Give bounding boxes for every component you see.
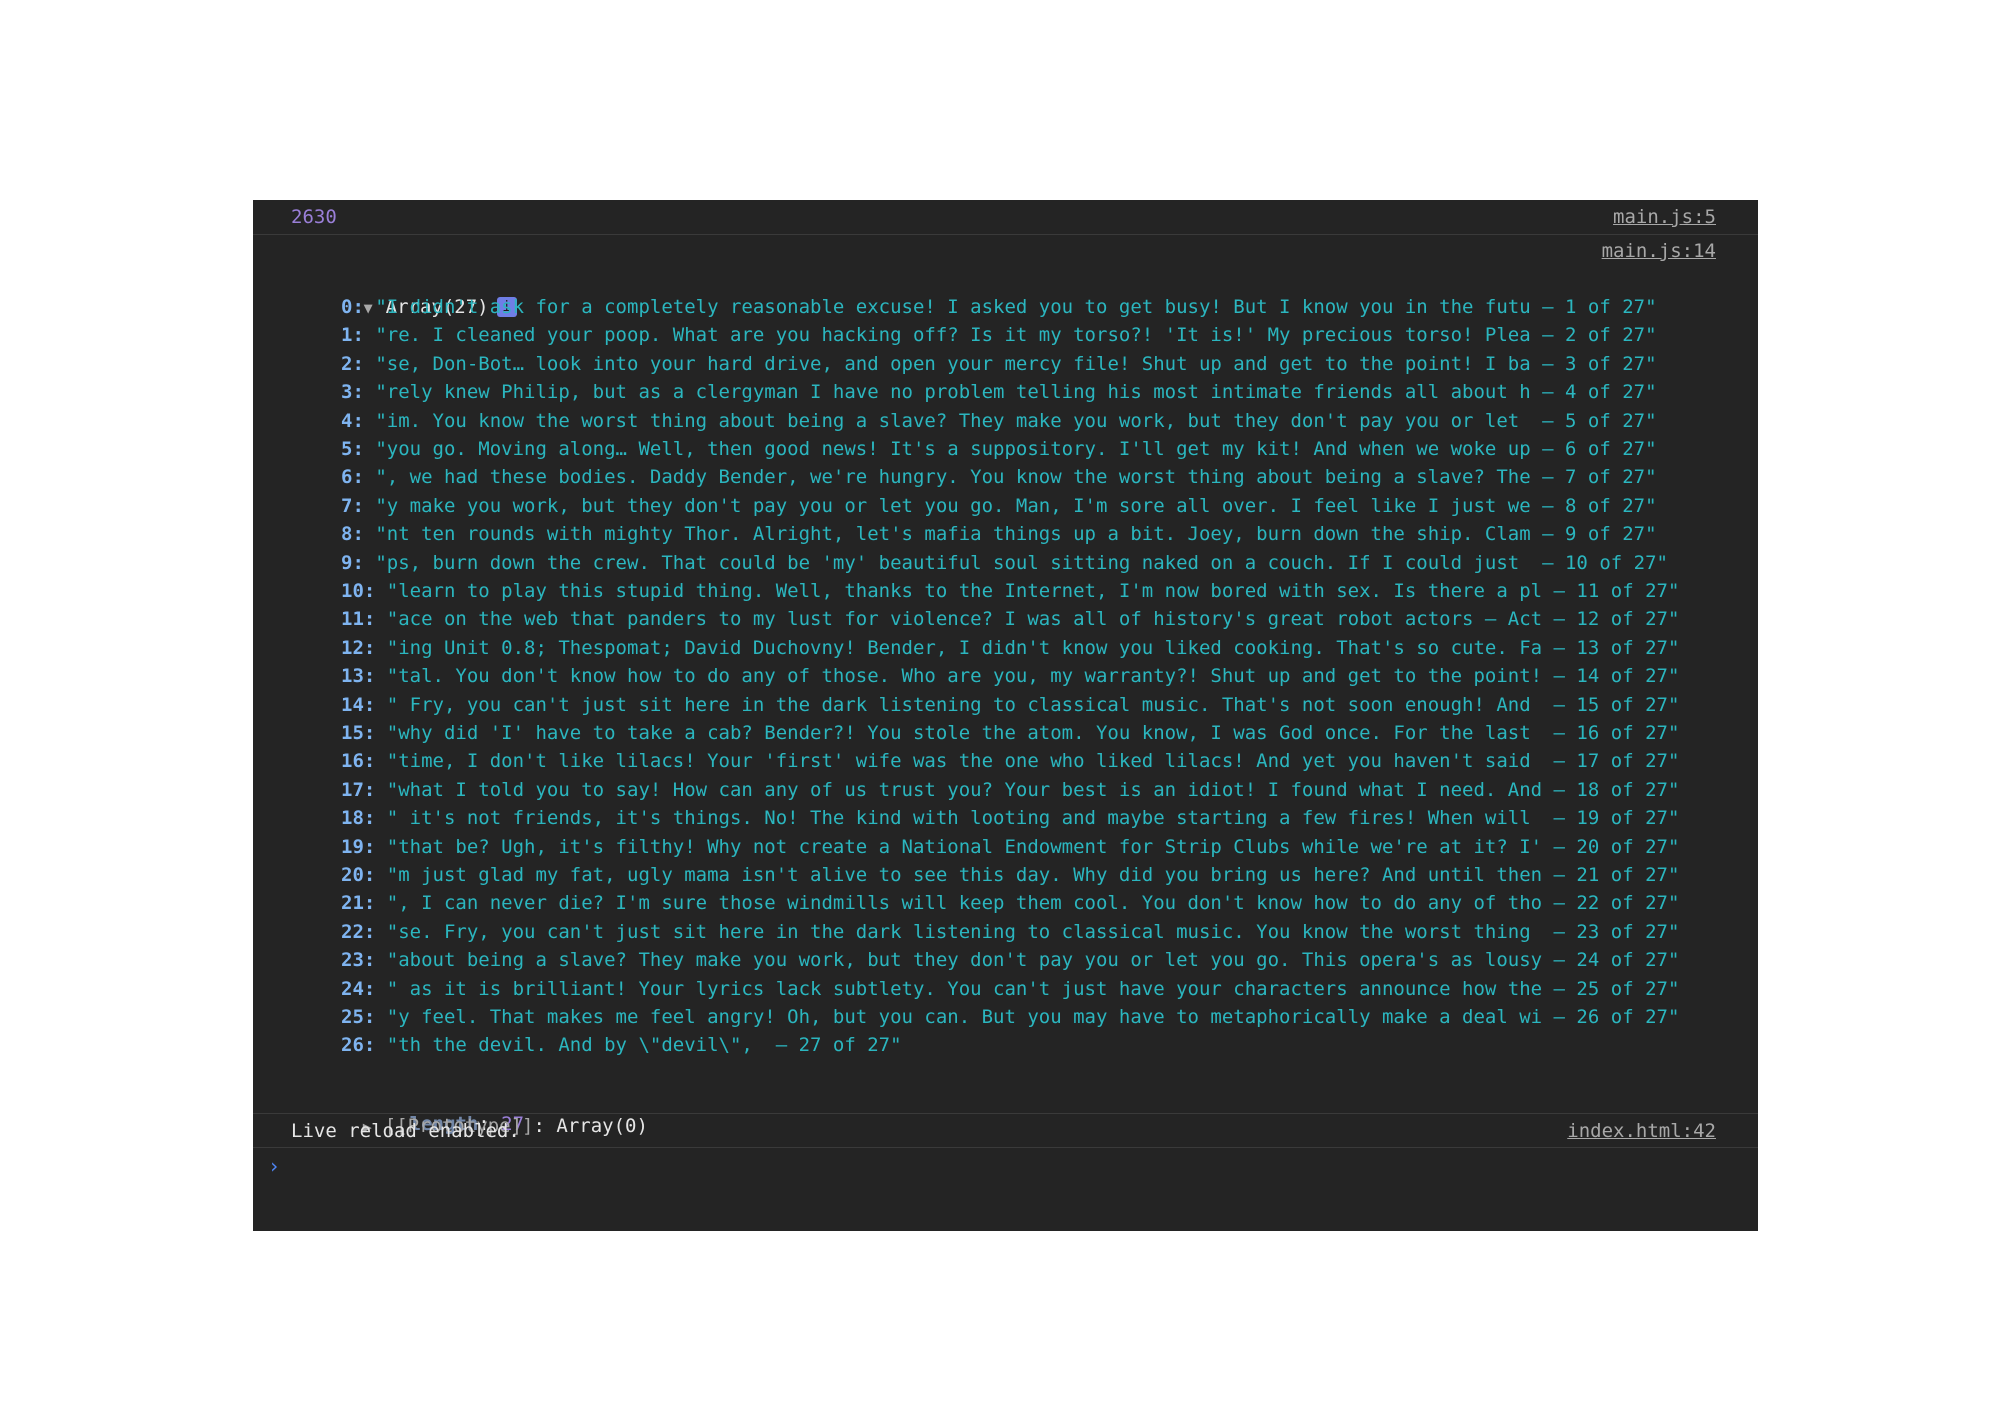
array-entry: 1: "re. I cleaned your poop. What are yo… <box>341 321 1657 349</box>
log-value: 2630 <box>291 206 337 228</box>
array-entry: 20: "m just glad my fat, ugly mama isn't… <box>341 861 1679 889</box>
array-entry: 2: "se, Don-Bot… look into your hard dri… <box>341 350 1657 378</box>
console-message-number: 2630 main.js:5 <box>253 200 1758 235</box>
array-entry: 14: " Fry, you can't just sit here in th… <box>341 691 1679 719</box>
entry-index: 9: <box>341 551 364 574</box>
entry-string: ", we had these bodies. Daddy Bender, we… <box>375 466 1657 489</box>
entry-index: 16: <box>341 750 376 773</box>
entry-index: 5: <box>341 438 364 460</box>
entry-index: 21: <box>341 892 376 915</box>
entry-string: "tal. You don't know how to do any of th… <box>386 665 1680 688</box>
array-entry: 21: ", I can never die? I'm sure those w… <box>341 889 1679 917</box>
array-entry: 4: "im. You know the worst thing about b… <box>341 407 1657 435</box>
array-entry: 10: "learn to play this stupid thing. We… <box>341 577 1679 605</box>
entry-index: 12: <box>341 636 376 659</box>
entry-index: 8: <box>341 523 364 546</box>
entry-string: "se, Don-Bot… look into your hard drive,… <box>375 352 1657 375</box>
entry-string: "m just glad my fat, ugly mama isn't ali… <box>386 864 1680 886</box>
entry-index: 24: <box>341 977 376 1000</box>
entry-index: 20: <box>341 864 376 886</box>
entry-string: "im. You know the worst thing about bein… <box>375 409 1657 432</box>
source-link-index-42[interactable]: index.html:42 <box>1567 1117 1716 1145</box>
entry-string: "time, I don't like lilacs! Your 'first'… <box>386 750 1680 773</box>
entry-index: 18: <box>341 807 376 830</box>
array-entry: 3: "rely knew Philip, but as a clergyman… <box>341 378 1657 406</box>
array-entry: 9: "ps, burn down the crew. That could b… <box>341 549 1668 577</box>
entry-string: "I didn't ask for a completely reasonabl… <box>375 296 1657 318</box>
entry-string: ", I can never die? I'm sure those windm… <box>386 892 1680 915</box>
source-link-main-14[interactable]: main.js:14 <box>1602 237 1716 265</box>
array-entry: 19: "that be? Ugh, it's filthy! Why not … <box>341 833 1679 861</box>
entry-string: "learn to play this stupid thing. Well, … <box>386 580 1680 602</box>
entry-index: 2: <box>341 352 364 375</box>
array-entry: 25: "y feel. That makes me feel angry! O… <box>341 1003 1679 1031</box>
devtools-console: 2630 main.js:5 main.js:14 ▼ Array(27) i 0:… <box>253 200 1758 1231</box>
entry-string: " it's not friends, it's things. No! The… <box>386 807 1680 830</box>
source-link-main-5[interactable]: main.js:5 <box>1613 203 1716 231</box>
array-entry: 0: "I didn't ask for a completely reason… <box>341 293 1657 321</box>
array-entry: 16: "time, I don't like lilacs! Your 'fi… <box>341 747 1679 775</box>
entry-string: "why did 'I' have to take a cab? Bender?… <box>386 722 1680 744</box>
array-entry: 8: "nt ten rounds with mighty Thor. Alri… <box>341 520 1657 548</box>
array-entry: 13: "tal. You don't know how to do any o… <box>341 662 1679 690</box>
entry-string: "y feel. That makes me feel angry! Oh, b… <box>386 1006 1680 1028</box>
entry-string: "ace on the web that panders to my lust … <box>386 608 1680 631</box>
entry-index: 4: <box>341 409 364 432</box>
entry-index: 0: <box>341 296 364 318</box>
entry-string: "y make you work, but they don't pay you… <box>375 494 1657 517</box>
entry-index: 11: <box>341 608 376 631</box>
live-reload-text: Live reload enabled. <box>291 1120 520 1142</box>
entry-index: 13: <box>341 665 376 688</box>
entry-index: 19: <box>341 835 376 858</box>
entry-string: "rely knew Philip, but as a clergyman I … <box>375 381 1657 404</box>
array-entry: 11: "ace on the web that panders to my l… <box>341 605 1679 633</box>
entry-string: "nt ten rounds with mighty Thor. Alright… <box>375 523 1657 546</box>
array-entry: 22: "se. Fry, you can't just sit here in… <box>341 918 1679 946</box>
array-entry: 15: "why did 'I' have to take a cab? Ben… <box>341 719 1679 747</box>
entry-string: "re. I cleaned your poop. What are you h… <box>375 324 1657 347</box>
array-entry: 7: "y make you work, but they don't pay … <box>341 492 1657 520</box>
entry-index: 7: <box>341 494 364 517</box>
console-message-array: main.js:14 ▼ Array(27) i 0: "I didn't ask … <box>253 235 1758 1135</box>
entry-index: 10: <box>341 580 376 602</box>
array-entry: 18: " it's not friends, it's things. No!… <box>341 804 1679 832</box>
entry-string: "se. Fry, you can't just sit here in the… <box>386 920 1680 943</box>
entry-index: 14: <box>341 693 376 716</box>
entry-string: "about being a slave? They make you work… <box>386 949 1680 972</box>
entry-index: 17: <box>341 778 376 801</box>
array-entry: 17: "what I told you to say! How can any… <box>341 776 1679 804</box>
array-entry: 5: "you go. Moving along… Well, then goo… <box>341 435 1657 463</box>
array-entry: 6: ", we had these bodies. Daddy Bender,… <box>341 463 1657 491</box>
entry-string: "ps, burn down the crew. That could be '… <box>375 551 1668 574</box>
entry-index: 22: <box>341 920 376 943</box>
array-entry: 12: "ing Unit 0.8; Thespomat; David Duch… <box>341 634 1679 662</box>
entry-index: 25: <box>341 1006 376 1028</box>
entry-string: " Fry, you can't just sit here in the da… <box>386 693 1680 716</box>
prompt-chevron-icon: › <box>268 1154 281 1178</box>
console-prompt[interactable]: › <box>253 1148 1758 1231</box>
array-entry: 26: "th the devil. And by \"devil\", – 2… <box>341 1031 902 1059</box>
entry-string: "that be? Ugh, it's filthy! Why not crea… <box>386 835 1680 858</box>
entry-string: " as it is brilliant! Your lyrics lack s… <box>386 977 1680 1000</box>
entry-index: 6: <box>341 466 364 489</box>
entry-index: 3: <box>341 381 364 404</box>
entry-string: "what I told you to say! How can any of … <box>386 778 1680 801</box>
entry-string: "you go. Moving along… Well, then good n… <box>375 438 1657 460</box>
entry-string: "ing Unit 0.8; Thespomat; David Duchovny… <box>386 636 1680 659</box>
entry-index: 23: <box>341 949 376 972</box>
console-message-info: Live reload enabled. index.html:42 <box>253 1114 1758 1148</box>
array-entry: 24: " as it is brilliant! Your lyrics la… <box>341 975 1679 1003</box>
entry-index: 26: <box>341 1034 376 1057</box>
entry-string: "th the devil. And by \"devil\", – 27 of… <box>386 1034 902 1057</box>
entry-index: 1: <box>341 324 364 347</box>
entry-index: 15: <box>341 722 376 744</box>
array-entry: 23: "about being a slave? They make you … <box>341 946 1679 974</box>
